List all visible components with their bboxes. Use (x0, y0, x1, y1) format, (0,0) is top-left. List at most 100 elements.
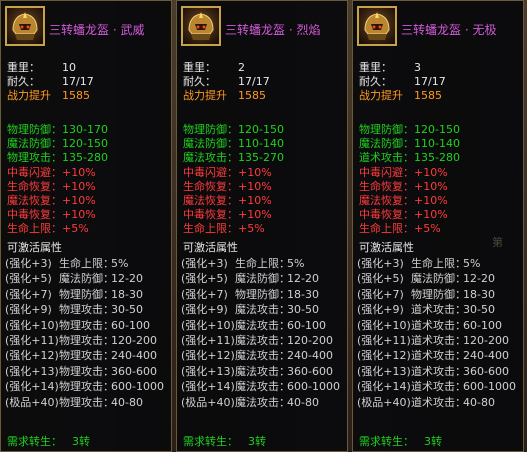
enhancement-value: 360-600 (111, 364, 157, 378)
enhancement-row: (强化+7) 物理防御：18-30 (5, 288, 143, 301)
power-row: 战力提升 1585 (183, 89, 266, 102)
enhancement-value: 5% (463, 257, 481, 270)
enhancement-level: (强化+10) (181, 318, 235, 332)
enhancement-attribute: 物理攻击： (59, 364, 114, 378)
enhancement-value: 60-100 (111, 318, 150, 332)
enhancement-row: (强化+5) 魔法防御：12-20 (5, 272, 143, 285)
enhancement-value: 60-100 (463, 318, 502, 332)
durability-row: 耐久： 17/17 (7, 75, 94, 88)
weight-row: 重里： 2 (183, 61, 245, 74)
enhancement-value: 30-50 (111, 303, 143, 317)
enhancement-row: (强化+11)魔法攻击：120-200 (181, 334, 333, 347)
enhancement-value: 18-30 (287, 287, 319, 301)
enhancement-level: (强化+11) (181, 334, 235, 347)
enhancement-row: (强化+9) 魔法攻击：30-50 (181, 303, 319, 316)
enhancement-attribute: 魔法攻击： (235, 303, 290, 317)
enhancement-level: (强化+5) (5, 272, 52, 286)
requirement-value: 3转 (72, 435, 90, 448)
stat-value: +10% (414, 208, 448, 222)
enhancement-value: 120-200 (111, 334, 157, 347)
stat-label: 魔法恢复： (359, 194, 414, 207)
enhancement-level: (强化+14) (357, 380, 411, 394)
enhancement-row: (强化+14)魔法攻击：600-1000 (181, 380, 340, 393)
stat-value: +10% (414, 194, 448, 207)
enhancement-level: (强化+9) (181, 303, 228, 317)
weight-row-value: 3 (414, 61, 421, 74)
enhancement-row: (强化+14)物理攻击：600-1000 (5, 380, 164, 393)
stat-value: 110-140 (238, 137, 284, 151)
enhancement-row: (强化+12)魔法攻击：240-400 (181, 349, 333, 362)
requirement-value: 3转 (248, 435, 266, 448)
stat-label: 道术攻击： (359, 151, 414, 165)
stat-value: +5% (62, 222, 89, 236)
enhancement-row: (强化+13)魔法攻击：360-600 (181, 365, 333, 378)
enhancement-attribute: 道术攻击： (411, 318, 466, 332)
enhancement-level: (强化+9) (357, 303, 404, 317)
requirement-label: 需求转生： (183, 435, 238, 448)
enhancement-attribute: 生命上限： (59, 257, 114, 270)
stat-row: 中毒恢复： +10% (359, 208, 448, 221)
stat-label: 魔法恢复： (7, 194, 62, 207)
power-row-value: 1585 (238, 89, 266, 102)
enhancement-value: 12-20 (111, 272, 143, 286)
enhancement-level: (强化+7) (181, 287, 228, 301)
power-row-label: 战力提升 (359, 89, 403, 102)
stat-value: 130-170 (62, 123, 108, 136)
power-row-value: 1585 (62, 89, 90, 102)
durability-row-label: 耐久： (359, 75, 392, 88)
enhancement-value: 40-80 (111, 395, 143, 409)
stat-value: 120-150 (238, 123, 284, 136)
enhancement-value: 240-400 (111, 349, 157, 363)
enhancement-level: (强化+10) (5, 318, 59, 332)
stat-label: 物理防御： (7, 123, 62, 136)
stat-row: 生命恢复： +10% (359, 180, 448, 193)
power-row: 战力提升 1585 (359, 89, 442, 102)
enhancement-attribute: 物理攻击： (59, 395, 114, 409)
enhancement-value: 600-1000 (111, 380, 164, 394)
stat-value: +10% (62, 179, 96, 193)
helmet-item-icon[interactable] (357, 6, 397, 46)
enhancement-attribute: 魔法防御： (59, 272, 114, 286)
enhancement-attribute: 物理攻击： (59, 303, 114, 317)
enhancement-attribute: 魔法攻击： (235, 349, 290, 363)
stat-label: 生命上限： (359, 222, 414, 236)
item-name: 三转蟠龙盔 · 无极 (401, 23, 497, 37)
enhancement-row: (强化+12)物理攻击：240-400 (5, 349, 157, 362)
helmet-item-icon[interactable] (181, 6, 221, 46)
enhancement-value: 18-30 (111, 287, 143, 301)
enhancement-row: (强化+3) 生命上限：5% (357, 257, 480, 270)
enhancement-attribute: 道术攻击： (411, 364, 466, 378)
enhancement-attribute: 物理攻击： (59, 380, 114, 394)
stat-value: +10% (62, 165, 96, 179)
stat-label: 中毒闪避： (7, 165, 62, 179)
enhancement-value: 12-20 (463, 272, 495, 286)
stat-row: 生命上限： +5% (183, 222, 265, 235)
enhancement-level: (强化+12) (357, 349, 411, 363)
stat-value: +10% (238, 194, 272, 207)
stat-label: 魔法恢复： (183, 194, 238, 207)
background-tab-hint: 第 (492, 236, 503, 249)
power-row-value: 1585 (414, 89, 442, 102)
helmet-item-icon[interactable] (5, 6, 45, 46)
stat-label: 魔法防御： (7, 137, 62, 151)
stat-row: 中毒闪避： +10% (7, 165, 96, 179)
stat-value: 135-270 (238, 151, 284, 165)
enhancement-value: 60-100 (287, 318, 326, 332)
activatable-header: 可激活属性 (7, 241, 62, 254)
enhancement-attribute: 生命上限： (235, 257, 290, 270)
enhancement-row: (强化+11)物理攻击：120-200 (5, 334, 157, 347)
stat-row: 魔法防御： 110-140 (359, 137, 460, 150)
stat-value: +10% (62, 208, 96, 222)
enhancement-level: (强化+13) (357, 364, 411, 378)
activatable-header: 可激活属性 (183, 241, 238, 254)
enhancement-value: 18-30 (463, 287, 495, 301)
stat-row: 魔法攻击： 135-270 (183, 151, 284, 164)
enhancement-row: (强化+14)道术攻击：600-1000 (357, 380, 516, 393)
enhancement-attribute: 魔法攻击： (235, 334, 290, 347)
enhancement-value: 120-200 (463, 334, 509, 347)
enhancement-value: 40-80 (287, 395, 319, 409)
enhancement-level: (强化+7) (357, 287, 404, 301)
stat-value: +10% (238, 208, 272, 222)
enhancement-row: (极品+40)物理攻击：40-80 (5, 396, 143, 409)
stat-row: 中毒闪避： +10% (359, 166, 448, 179)
